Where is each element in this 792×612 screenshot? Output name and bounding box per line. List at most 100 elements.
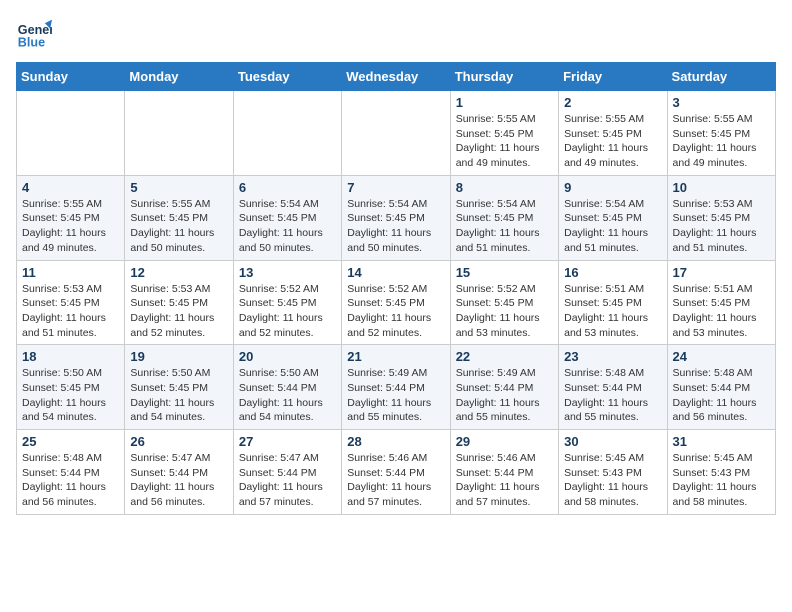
week-row-1: 1 Sunrise: 5:55 AM Sunset: 5:45 PM Daylig… [17,91,776,176]
weekday-header-thursday: Thursday [450,63,558,91]
day-number: 1 [456,95,553,110]
calendar-cell: 5 Sunrise: 5:55 AM Sunset: 5:45 PM Daylig… [125,175,233,260]
calendar-cell: 13 Sunrise: 5:52 AM Sunset: 5:45 PM Dayli… [233,260,341,345]
week-row-5: 25 Sunrise: 5:48 AM Sunset: 5:44 PM Dayli… [17,430,776,515]
calendar-cell: 14Sunrise: 5:52 AM Sunset: 5:45 PM Dayli… [342,260,450,345]
day-info: Sunrise: 5:47 AM Sunset: 5:44 PM Dayligh… [239,451,336,510]
day-info: Sunrise: 5:52 AM Sunset: 5:45 PM Dayligh… [239,282,336,341]
calendar-cell: 17 Sunrise: 5:51 AM Sunset: 5:45 PM Dayli… [667,260,775,345]
day-info: Sunrise: 5:51 AM Sunset: 5:45 PM Dayligh… [673,282,770,341]
day-number: 24 [673,349,770,364]
day-number: 15 [456,265,553,280]
day-info: Sunrise: 5:55 AM Sunset: 5:45 PM Dayligh… [130,197,227,256]
day-info: Sunrise: 5:49 AM Sunset: 5:44 PM Dayligh… [456,366,553,425]
weekday-header-saturday: Saturday [667,63,775,91]
day-info: Sunrise: 5:50 AM Sunset: 5:44 PM Dayligh… [239,366,336,425]
day-number: 23 [564,349,661,364]
weekday-header-wednesday: Wednesday [342,63,450,91]
day-info: Sunrise: 5:53 AM Sunset: 5:45 PM Dayligh… [22,282,119,341]
day-info: Sunrise: 5:54 AM Sunset: 5:45 PM Dayligh… [347,197,444,256]
calendar-cell: 29 Sunrise: 5:46 AM Sunset: 5:44 PM Dayli… [450,430,558,515]
calendar-cell [125,91,233,176]
calendar-cell: 10Sunrise: 5:53 AM Sunset: 5:45 PM Dayli… [667,175,775,260]
day-number: 6 [239,180,336,195]
calendar-cell: 25 Sunrise: 5:48 AM Sunset: 5:44 PM Dayli… [17,430,125,515]
calendar-cell: 9 Sunrise: 5:54 AM Sunset: 5:45 PM Daylig… [559,175,667,260]
day-info: Sunrise: 5:52 AM Sunset: 5:45 PM Dayligh… [456,282,553,341]
calendar-cell: 3Sunrise: 5:55 AM Sunset: 5:45 PM Daylig… [667,91,775,176]
day-info: Sunrise: 5:55 AM Sunset: 5:45 PM Dayligh… [673,112,770,171]
calendar-cell: 27Sunrise: 5:47 AM Sunset: 5:44 PM Dayli… [233,430,341,515]
calendar-cell [233,91,341,176]
week-row-4: 18 Sunrise: 5:50 AM Sunset: 5:45 PM Dayli… [17,345,776,430]
calendar-cell: 28Sunrise: 5:46 AM Sunset: 5:44 PM Dayli… [342,430,450,515]
week-row-2: 4Sunrise: 5:55 AM Sunset: 5:45 PM Daylig… [17,175,776,260]
day-number: 11 [22,265,119,280]
calendar-cell: 23 Sunrise: 5:48 AM Sunset: 5:44 PM Dayli… [559,345,667,430]
calendar-cell: 16 Sunrise: 5:51 AM Sunset: 5:45 PM Dayli… [559,260,667,345]
day-info: Sunrise: 5:50 AM Sunset: 5:45 PM Dayligh… [130,366,227,425]
calendar-cell: 19Sunrise: 5:50 AM Sunset: 5:45 PM Dayli… [125,345,233,430]
day-number: 13 [239,265,336,280]
calendar-cell: 31 Sunrise: 5:45 AM Sunset: 5:43 PM Dayli… [667,430,775,515]
day-info: Sunrise: 5:48 AM Sunset: 5:44 PM Dayligh… [22,451,119,510]
calendar-cell: 4Sunrise: 5:55 AM Sunset: 5:45 PM Daylig… [17,175,125,260]
weekday-header-row: SundayMondayTuesdayWednesdayThursdayFrid… [17,63,776,91]
week-row-3: 11 Sunrise: 5:53 AM Sunset: 5:45 PM Dayli… [17,260,776,345]
day-number: 8 [456,180,553,195]
calendar-cell: 21Sunrise: 5:49 AM Sunset: 5:44 PM Dayli… [342,345,450,430]
weekday-header-monday: Monday [125,63,233,91]
day-number: 9 [564,180,661,195]
day-info: Sunrise: 5:46 AM Sunset: 5:44 PM Dayligh… [347,451,444,510]
day-number: 29 [456,434,553,449]
day-number: 18 [22,349,119,364]
day-number: 16 [564,265,661,280]
day-number: 31 [673,434,770,449]
day-info: Sunrise: 5:53 AM Sunset: 5:45 PM Dayligh… [130,282,227,341]
day-number: 14 [347,265,444,280]
day-number: 2 [564,95,661,110]
weekday-header-sunday: Sunday [17,63,125,91]
day-info: Sunrise: 5:50 AM Sunset: 5:45 PM Dayligh… [22,366,119,425]
day-info: Sunrise: 5:54 AM Sunset: 5:45 PM Dayligh… [564,197,661,256]
calendar-cell: 1 Sunrise: 5:55 AM Sunset: 5:45 PM Daylig… [450,91,558,176]
day-info: Sunrise: 5:46 AM Sunset: 5:44 PM Dayligh… [456,451,553,510]
calendar-cell: 15 Sunrise: 5:52 AM Sunset: 5:45 PM Dayli… [450,260,558,345]
day-info: Sunrise: 5:55 AM Sunset: 5:45 PM Dayligh… [22,197,119,256]
day-number: 26 [130,434,227,449]
calendar-cell: 7 Sunrise: 5:54 AM Sunset: 5:45 PM Daylig… [342,175,450,260]
calendar-cell: 30 Sunrise: 5:45 AM Sunset: 5:43 PM Dayli… [559,430,667,515]
day-number: 7 [347,180,444,195]
calendar-cell: 26 Sunrise: 5:47 AM Sunset: 5:44 PM Dayli… [125,430,233,515]
day-info: Sunrise: 5:55 AM Sunset: 5:45 PM Dayligh… [564,112,661,171]
day-number: 5 [130,180,227,195]
day-info: Sunrise: 5:54 AM Sunset: 5:45 PM Dayligh… [239,197,336,256]
calendar-cell: 24 Sunrise: 5:48 AM Sunset: 5:44 PM Dayli… [667,345,775,430]
weekday-header-tuesday: Tuesday [233,63,341,91]
calendar-cell: 6 Sunrise: 5:54 AM Sunset: 5:45 PM Daylig… [233,175,341,260]
day-info: Sunrise: 5:48 AM Sunset: 5:44 PM Dayligh… [564,366,661,425]
page-header: General Blue [16,16,776,52]
day-info: Sunrise: 5:45 AM Sunset: 5:43 PM Dayligh… [564,451,661,510]
day-number: 12 [130,265,227,280]
day-number: 22 [456,349,553,364]
calendar-cell: 2 Sunrise: 5:55 AM Sunset: 5:45 PM Daylig… [559,91,667,176]
day-number: 21 [347,349,444,364]
day-info: Sunrise: 5:47 AM Sunset: 5:44 PM Dayligh… [130,451,227,510]
day-info: Sunrise: 5:53 AM Sunset: 5:45 PM Dayligh… [673,197,770,256]
day-number: 20 [239,349,336,364]
logo: General Blue [16,16,56,52]
day-info: Sunrise: 5:54 AM Sunset: 5:45 PM Dayligh… [456,197,553,256]
calendar-cell: 20 Sunrise: 5:50 AM Sunset: 5:44 PM Dayli… [233,345,341,430]
calendar-cell [342,91,450,176]
day-number: 25 [22,434,119,449]
day-info: Sunrise: 5:51 AM Sunset: 5:45 PM Dayligh… [564,282,661,341]
calendar-cell: 22 Sunrise: 5:49 AM Sunset: 5:44 PM Dayli… [450,345,558,430]
day-info: Sunrise: 5:55 AM Sunset: 5:45 PM Dayligh… [456,112,553,171]
calendar-cell: 11 Sunrise: 5:53 AM Sunset: 5:45 PM Dayli… [17,260,125,345]
day-number: 17 [673,265,770,280]
day-number: 30 [564,434,661,449]
calendar-cell: 12 Sunrise: 5:53 AM Sunset: 5:45 PM Dayli… [125,260,233,345]
day-info: Sunrise: 5:48 AM Sunset: 5:44 PM Dayligh… [673,366,770,425]
day-info: Sunrise: 5:45 AM Sunset: 5:43 PM Dayligh… [673,451,770,510]
